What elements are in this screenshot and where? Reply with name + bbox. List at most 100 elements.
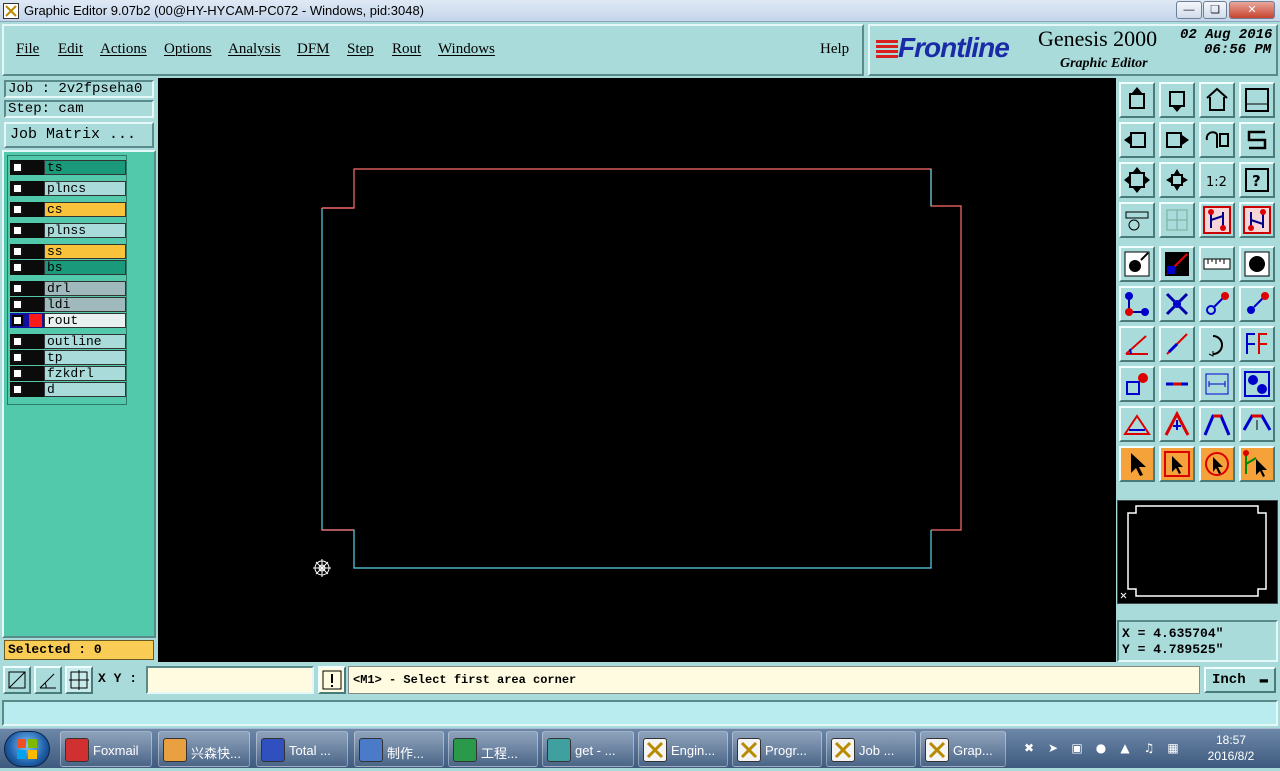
triangle-move-button[interactable] [1159, 406, 1195, 442]
layer-row-ss[interactable]: ss [10, 244, 126, 259]
taskbar-task[interactable]: Total ... [256, 731, 348, 767]
tray-feather-icon[interactable]: ➤ [1046, 741, 1060, 755]
connect-nodes-button[interactable] [1119, 286, 1155, 322]
layer-name[interactable]: ts [44, 160, 126, 175]
taskbar-task[interactable]: Job ... [826, 731, 916, 767]
menu-rout[interactable]: Rout [392, 41, 421, 58]
unit-selector[interactable]: Inch ▬ [1204, 667, 1276, 693]
cross-node-button[interactable] [1159, 286, 1195, 322]
window-button[interactable] [1239, 82, 1275, 118]
zoom-fit-button[interactable] [1119, 162, 1155, 198]
layer-name[interactable]: cs [44, 202, 126, 217]
grid-snap-icon[interactable] [65, 666, 93, 694]
tray-network-icon[interactable]: ▦ [1166, 741, 1180, 755]
layer-checkbox[interactable] [12, 315, 23, 326]
add-pad-button[interactable] [1119, 246, 1155, 282]
layer-row-plnss[interactable]: plnss [10, 223, 126, 238]
layer-row-cs[interactable]: cs [10, 202, 126, 217]
tray-flag-icon[interactable]: ▲ [1118, 741, 1132, 755]
dimension-button[interactable] [1199, 366, 1235, 402]
tray-device-icon[interactable]: ▣ [1070, 741, 1084, 755]
layer-row-drl[interactable]: drl [10, 281, 126, 296]
triangle-wide-button[interactable] [1239, 406, 1275, 442]
maximize-button[interactable]: ❏ [1203, 1, 1227, 19]
board-drawing[interactable] [158, 78, 1116, 662]
layer-checkbox[interactable] [12, 225, 23, 236]
layer-name[interactable]: ss [44, 244, 126, 259]
pad-select-button[interactable] [1119, 366, 1155, 402]
taskbar-task[interactable]: get - ... [542, 731, 634, 767]
undo-button[interactable] [1199, 122, 1235, 158]
ruler-button[interactable] [1199, 246, 1235, 282]
minimize-button[interactable]: — [1176, 1, 1202, 19]
layer-checkbox[interactable] [12, 336, 23, 347]
start-button[interactable] [4, 731, 50, 767]
layer-row-ldi[interactable]: ldi [10, 297, 126, 312]
angle-snap-icon[interactable] [34, 666, 62, 694]
layer-checkbox[interactable] [12, 262, 23, 273]
job-matrix-button[interactable]: Job Matrix ... [4, 122, 154, 148]
select-arrow-button[interactable] [1119, 446, 1155, 482]
round-pad-button[interactable] [1239, 246, 1275, 282]
move-point-button[interactable] [1199, 286, 1235, 322]
layer-row-tp[interactable]: tp [10, 350, 126, 365]
menu-help[interactable]: Help [820, 41, 849, 58]
menu-analysis[interactable]: Analysis [228, 41, 281, 58]
select-box-button[interactable] [1159, 446, 1195, 482]
scale-1-2-button[interactable]: 1:2 [1199, 162, 1235, 198]
menu-file[interactable]: File [16, 41, 39, 58]
layer-name[interactable]: fzkdrl [44, 366, 126, 381]
xy-input[interactable] [146, 666, 314, 694]
measure-button[interactable] [1119, 202, 1155, 238]
layer-name[interactable]: bs [44, 260, 126, 275]
net-highlight-button[interactable] [1199, 202, 1235, 238]
taskbar-clock[interactable]: 18:57 2016/8/2 [1196, 732, 1266, 764]
close-button[interactable]: ✕ [1229, 1, 1275, 19]
layer-name[interactable]: rout [44, 313, 126, 328]
taskbar-task[interactable]: Progr... [732, 731, 822, 767]
grid-button[interactable] [1159, 202, 1195, 238]
step-out-button[interactable] [1159, 122, 1195, 158]
taskbar-task[interactable]: Engin... [638, 731, 728, 767]
menu-options[interactable]: Options [164, 41, 212, 58]
layer-name[interactable]: ldi [44, 297, 126, 312]
taskbar-task[interactable]: 制作... [354, 731, 444, 767]
triangle-edit-button[interactable] [1119, 406, 1155, 442]
tray-volume-icon[interactable]: ♫ [1142, 741, 1156, 755]
layer-name[interactable]: tp [44, 350, 126, 365]
layer-name[interactable]: drl [44, 281, 126, 296]
layer-row-d[interactable]: d [10, 382, 126, 397]
menu-step[interactable]: Step [347, 41, 374, 58]
overview-minimap[interactable] [1117, 500, 1278, 604]
step-in-button[interactable] [1119, 122, 1155, 158]
layer-checkbox[interactable] [12, 246, 23, 257]
layer-name[interactable]: outline [44, 334, 126, 349]
menu-edit[interactable]: Edit [58, 41, 83, 58]
select-net-button[interactable] [1239, 446, 1275, 482]
arc-button[interactable] [1199, 326, 1235, 362]
layer-row-fzkdrl[interactable]: fzkdrl [10, 366, 126, 381]
fillet-button[interactable] [1239, 326, 1275, 362]
triangle-filled-button[interactable] [1199, 406, 1235, 442]
snap-mode-icon[interactable] [3, 666, 31, 694]
graphic-canvas[interactable] [158, 78, 1116, 662]
home-button[interactable] [1199, 82, 1235, 118]
open-up-button[interactable] [1119, 82, 1155, 118]
menu-actions[interactable]: Actions [100, 41, 147, 58]
layer-checkbox[interactable] [12, 368, 23, 379]
drag-point-button[interactable] [1239, 286, 1275, 322]
tray-app-icon[interactable]: ● [1094, 741, 1108, 755]
layer-row-plncs[interactable]: plncs [10, 181, 126, 196]
layer-checkbox[interactable] [12, 204, 23, 215]
layer-row-ts[interactable]: ts [10, 160, 126, 175]
multi-pad-button[interactable] [1239, 366, 1275, 402]
taskbar-task[interactable]: 兴森快... [158, 731, 250, 767]
zoom-center-button[interactable] [1159, 162, 1195, 198]
layer-checkbox[interactable] [12, 384, 23, 395]
menu-dfm[interactable]: DFM [297, 41, 330, 58]
layer-row-outline[interactable]: outline [10, 334, 126, 349]
trim-line-button[interactable] [1159, 366, 1195, 402]
layer-checkbox[interactable] [12, 183, 23, 194]
s-shape-button[interactable] [1239, 122, 1275, 158]
layer-checkbox[interactable] [12, 299, 23, 310]
